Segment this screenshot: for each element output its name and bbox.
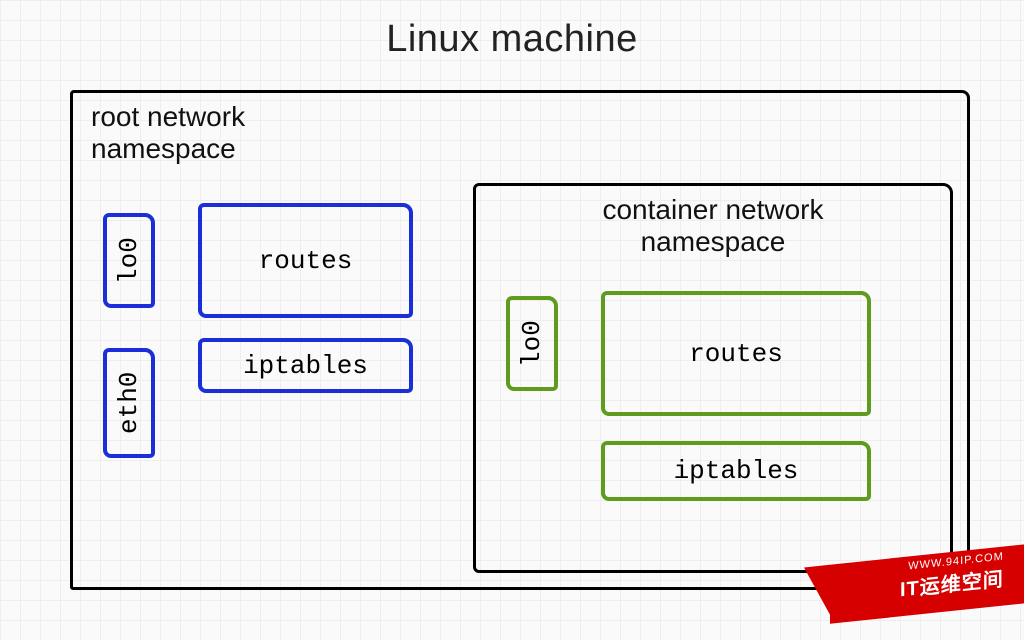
root-namespace-label: root network namespace <box>91 101 245 165</box>
root-iptables-box: iptables <box>198 338 413 393</box>
container-iptables-box: iptables <box>601 441 871 501</box>
root-eth0-text: eth0 <box>107 352 151 454</box>
root-lo0-box: lo0 <box>103 213 155 308</box>
diagram-title: Linux machine <box>0 18 1024 61</box>
root-routes-box: routes <box>198 203 413 318</box>
container-routes-box: routes <box>601 291 871 416</box>
linux-machine-box: root network namespace lo0 eth0 routes i… <box>70 90 970 590</box>
container-iptables-text: iptables <box>605 445 867 497</box>
root-routes-text: routes <box>202 207 409 314</box>
container-lo0-text: lo0 <box>510 300 554 387</box>
container-routes-text: routes <box>605 295 867 412</box>
container-namespace-box: container network namespace lo0 routes i… <box>473 183 953 573</box>
root-eth0-box: eth0 <box>103 348 155 458</box>
root-iptables-text: iptables <box>202 342 409 389</box>
container-lo0-box: lo0 <box>506 296 558 391</box>
container-namespace-label: container network namespace <box>476 194 950 258</box>
root-lo0-text: lo0 <box>107 217 151 304</box>
